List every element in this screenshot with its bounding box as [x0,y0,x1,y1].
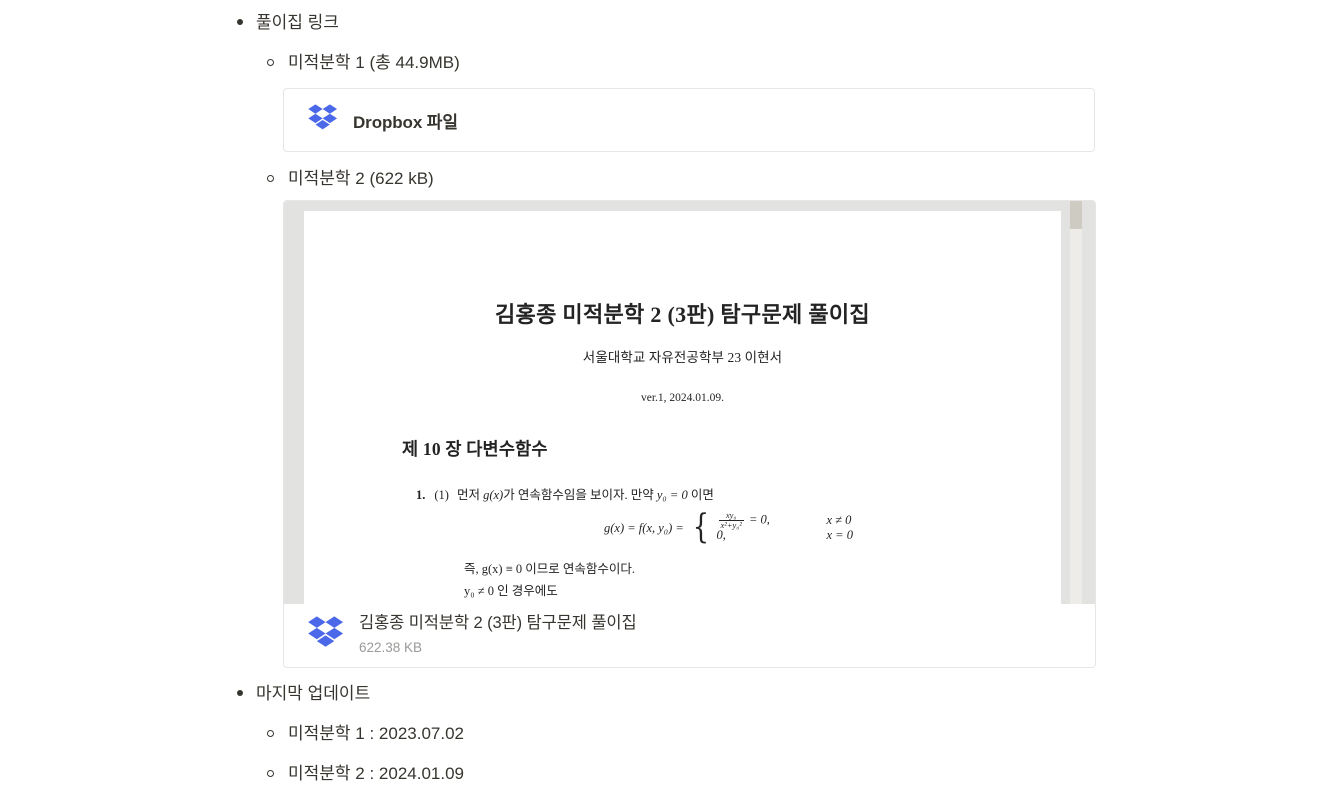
list-item-calculus1: 미적분학 1 (총 44.9MB) [256,50,460,76]
dropbox-file-size: 622.38 KB [359,640,423,656]
pdf-document-author: 서울대학교 자유전공학부 23 이현서 [582,350,783,365]
pdf-problem-function: g(x) [483,488,504,502]
pdf-problem-sub: (1) [434,488,449,502]
pdf-chapter-heading: 제 10 장 다변수함수 [402,439,548,459]
dropbox-icon [307,103,339,137]
list-item-label: 미적분학 2 (622 kB) [288,169,434,188]
pdf-problem-number: 1. [416,488,426,502]
list-item-label: 풀이집 링크 [256,13,339,32]
bullet-disc-icon [237,19,243,25]
bullet-disc-icon [237,690,243,696]
page-root: 풀이집 링크 미적분학 1 (총 44.9MB) Dropbox 파일 미적분학… [0,0,1336,800]
pdf-problem-text-b: 가 연속함수임을 보이자. 만약 [503,488,654,502]
list-item-solution-links: 풀이집 링크 [228,10,339,36]
pdf-scrollbar-track[interactable] [1070,201,1082,604]
pdf-problem-text-c: 이면 [690,488,714,502]
bullet-circle-icon [267,770,274,777]
dropbox-file-footer[interactable]: 김홍종 미적분학 2 (3판) 탐구문제 풀이집 622.38 KB [284,604,1095,667]
pdf-case1-condition: x ≠ 0 [826,512,852,527]
pdf-case-row-2: 0, x = 0 [717,528,853,545]
sub-list-update-calculus2: 미적분학 2 : 2024.01.09 [256,761,464,787]
list-item-label: 마지막 업데이트 [256,684,371,703]
pdf-equation: g(x) = f(x, y₀) = { xy₀ x²+y₀² = 0, x ≠ … [604,507,1061,548]
dropbox-file-name: 김홍종 미적분학 2 (3판) 탐구문제 풀이집 [359,614,637,633]
sub-list-calculus1: 미적분학 1 (총 44.9MB) [256,50,460,76]
pdf-brace-icon: { [692,507,709,548]
pdf-conclusion-line: 즉, g(x) ≡ 0 이므로 연속함수이다. [464,562,636,576]
list-item-label: 미적분학 1 : 2023.07.02 [288,724,464,743]
pdf-problem-text-a: 먼저 [456,488,480,502]
pdf-case1-equals: = 0, [748,512,770,527]
list-item-label: 미적분학 2 : 2024.01.09 [288,764,464,783]
bullet-circle-icon [267,59,274,66]
pdf-preview-viewport[interactable]: 김홍종 미적분학 2 (3판) 탐구문제 풀이집 서울대학교 자유전공학부 23… [284,201,1095,604]
dropbox-embed-card-calculus1[interactable]: Dropbox 파일 [283,88,1095,152]
pdf-case2-condition: x = 0 [826,528,853,542]
list-item-update-calculus1: 미적분학 1 : 2023.07.02 [256,721,464,747]
pdf-document-version: ver.1, 2024.01.09. [640,392,725,404]
pdf-equation-cases: xy₀ x²+y₀² = 0, x ≠ 0 0, x = 0 [717,510,853,545]
pdf-equation-lhs: g(x) = f(x, y₀) = [604,520,684,535]
pdf-document-title: 김홍종 미적분학 2 (3판) 탐구문제 풀이집 [495,302,870,327]
pdf-page: 김홍종 미적분학 2 (3판) 탐구문제 풀이집 서울대학교 자유전공학부 23… [304,211,1061,604]
bullet-list-solutions: 풀이집 링크 [228,10,339,36]
pdf-problem-line: 1. (1) 먼저 g(x)가 연속함수임을 보이자. 만약 y₀ = 0 이면 [416,484,1061,503]
pdf-case-row-1: xy₀ x²+y₀² = 0, x ≠ 0 [717,510,853,530]
pdf-scrollbar-thumb[interactable] [1070,201,1082,229]
list-item-calculus2: 미적분학 2 (622 kB) [256,166,434,192]
dropbox-icon [307,616,345,655]
sub-list-update-calculus1: 미적분학 1 : 2023.07.02 [256,721,464,747]
pdf-case2-expression: 0, [716,528,726,542]
dropbox-embed-card-calculus2[interactable]: 김홍종 미적분학 2 (3판) 탐구문제 풀이집 서울대학교 자유전공학부 23… [283,200,1096,668]
sub-list-calculus2: 미적분학 2 (622 kB) [256,166,434,192]
pdf-next-line: y₀ ≠ 0 인 경우에도 [464,584,558,598]
bullet-list-updates: 마지막 업데이트 [228,681,370,707]
pdf-problem-condition: y₀ = 0 [656,488,688,502]
list-item-update-calculus2: 미적분학 2 : 2024.01.09 [256,761,464,787]
list-item-last-update: 마지막 업데이트 [228,681,370,707]
bullet-circle-icon [267,730,274,737]
list-item-label: 미적분학 1 (총 44.9MB) [288,53,460,72]
dropbox-embed-label: Dropbox 파일 [353,112,458,132]
bullet-circle-icon [267,175,274,182]
